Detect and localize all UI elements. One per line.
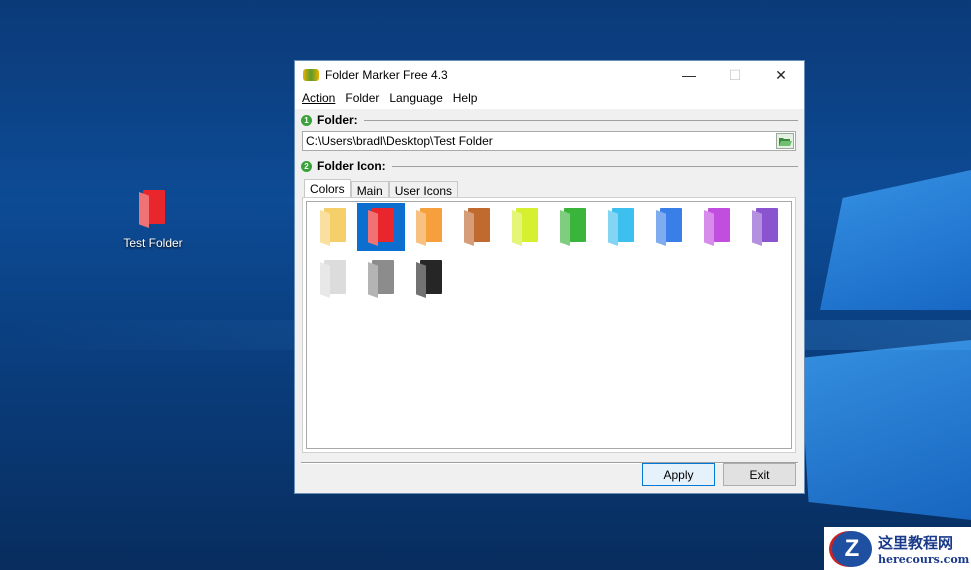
watermark: Z 这里教程网 herecours.com bbox=[824, 527, 971, 570]
menu-help[interactable]: Help bbox=[448, 89, 483, 109]
step-2-icon: 2 bbox=[301, 160, 312, 172]
color-option-white[interactable] bbox=[309, 255, 357, 303]
desktop-icon-test-folder[interactable]: Test Folder bbox=[118, 190, 188, 250]
divider bbox=[363, 119, 798, 121]
color-option-lime[interactable] bbox=[501, 203, 549, 251]
folder-icon bbox=[368, 260, 394, 298]
folder-icon bbox=[560, 208, 586, 246]
step-1-icon: 1 bbox=[301, 114, 312, 126]
folder-icon bbox=[139, 190, 167, 230]
folder-path-value: C:\Users\bradl\Desktop\Test Folder bbox=[306, 134, 493, 148]
folder-icon bbox=[416, 260, 442, 298]
folder-icon bbox=[320, 260, 346, 298]
color-option-blue[interactable] bbox=[645, 203, 693, 251]
folder-section-header: 1 Folder: bbox=[301, 111, 798, 129]
wallpaper-pane bbox=[820, 170, 971, 310]
color-icon-grid bbox=[306, 201, 792, 449]
icon-tabs: Colors Main User Icons bbox=[304, 179, 804, 198]
watermark-logo: Z bbox=[832, 530, 872, 567]
colors-panel bbox=[302, 197, 796, 453]
color-option-sky-blue[interactable] bbox=[597, 203, 645, 251]
folder-icon-section-header: 2 Folder Icon: bbox=[301, 157, 798, 175]
menu-folder[interactable]: Folder bbox=[340, 89, 384, 109]
menu-action[interactable]: Action bbox=[297, 89, 340, 109]
folder-icon bbox=[368, 208, 394, 246]
apply-button[interactable]: Apply bbox=[642, 463, 715, 486]
folder-section-label: Folder: bbox=[317, 113, 358, 127]
tab-main[interactable]: Main bbox=[350, 181, 389, 198]
color-option-green[interactable] bbox=[549, 203, 597, 251]
close-button[interactable]: ✕ bbox=[758, 61, 804, 89]
folder-icon bbox=[512, 208, 538, 246]
exit-button[interactable]: Exit bbox=[723, 463, 796, 486]
folder-marker-window: Folder Marker Free 4.3 — ☐ ✕ Action Fold… bbox=[294, 60, 805, 494]
desktop-icon-label: Test Folder bbox=[123, 236, 183, 250]
open-folder-icon bbox=[779, 137, 792, 146]
divider bbox=[391, 165, 798, 167]
menu-language[interactable]: Language bbox=[384, 89, 447, 109]
folder-icon-section-label: Folder Icon: bbox=[317, 159, 386, 173]
color-option-black[interactable] bbox=[405, 255, 453, 303]
folder-path-input[interactable]: C:\Users\bradl\Desktop\Test Folder bbox=[302, 131, 796, 151]
watermark-url: herecours.com bbox=[878, 552, 970, 566]
minimize-button[interactable]: — bbox=[666, 61, 712, 89]
watermark-title: 这里教程网 bbox=[878, 533, 954, 552]
folder-icon bbox=[416, 208, 442, 246]
color-option-gray[interactable] bbox=[357, 255, 405, 303]
title-bar[interactable]: Folder Marker Free 4.3 — ☐ ✕ bbox=[295, 61, 804, 89]
app-logo-icon bbox=[303, 69, 319, 81]
color-option-yellow[interactable] bbox=[309, 203, 357, 251]
folder-icon bbox=[464, 208, 490, 246]
browse-folder-button[interactable] bbox=[776, 133, 794, 149]
color-option-red[interactable] bbox=[357, 203, 405, 251]
folder-icon bbox=[752, 208, 778, 246]
folder-icon bbox=[704, 208, 730, 246]
color-option-magenta[interactable] bbox=[693, 203, 741, 251]
color-option-purple[interactable] bbox=[741, 203, 789, 251]
folder-icon bbox=[320, 208, 346, 246]
tab-colors[interactable]: Colors bbox=[304, 179, 351, 197]
color-option-orange[interactable] bbox=[405, 203, 453, 251]
tab-user-icons[interactable]: User Icons bbox=[388, 181, 459, 198]
window-title: Folder Marker Free 4.3 bbox=[325, 68, 448, 82]
folder-icon bbox=[656, 208, 682, 246]
menu-bar: Action Folder Language Help bbox=[295, 89, 804, 109]
wallpaper-pane bbox=[800, 340, 971, 520]
maximize-button[interactable]: ☐ bbox=[712, 61, 758, 89]
folder-icon bbox=[608, 208, 634, 246]
color-option-brown[interactable] bbox=[453, 203, 501, 251]
